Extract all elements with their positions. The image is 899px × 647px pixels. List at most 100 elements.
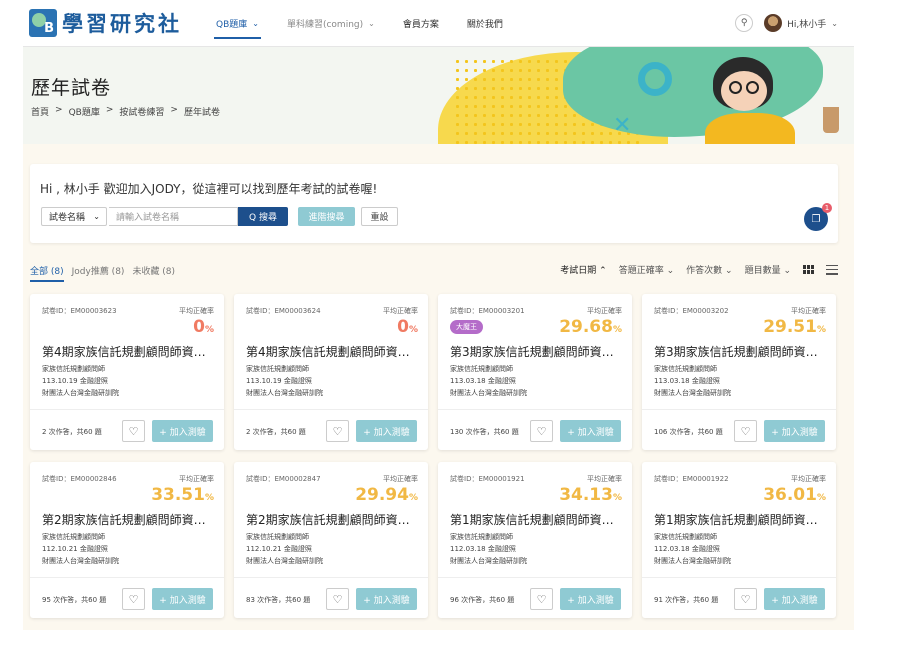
breadcrumb-practice[interactable]: 按試卷練習: [119, 105, 164, 118]
add-to-test-button[interactable]: + 加入測驗: [764, 588, 825, 610]
paper-date: 112.10.21 金融證照: [246, 545, 312, 553]
paper-card[interactable]: 試卷ID：EM00002847 平均正確率 29.94% 第2期家族信託規劃顧問…: [234, 462, 428, 618]
chevron-down-icon[interactable]: ⌄: [831, 19, 838, 28]
avatar[interactable]: [764, 14, 783, 32]
paper-organizer: 財團法人台灣金融研訓院: [654, 557, 731, 565]
reset-button[interactable]: 重設: [361, 207, 398, 226]
sort-exam-date[interactable]: 考試日期 ⌃: [560, 263, 606, 276]
sort-accuracy[interactable]: 答題正確率 ⌄: [619, 263, 674, 276]
add-to-test-button[interactable]: + 加入測驗: [560, 420, 621, 442]
attempt-count: 130 次作答，共60 題: [450, 428, 519, 436]
paper-title[interactable]: 第4期家族信託規劃顧問師資格測驗: [246, 343, 418, 360]
search-type-select[interactable]: 試卷名稱 ⌄: [41, 207, 107, 226]
heart-icon[interactable]: ♡: [734, 588, 757, 610]
paper-card[interactable]: 試卷ID：EM00003202 平均正確率 29.51% 第3期家族信託規劃顧問…: [642, 294, 836, 450]
paper-date: 113.03.18 金融證照: [654, 377, 720, 385]
heart-icon[interactable]: ♡: [734, 420, 757, 442]
heart-icon[interactable]: ♡: [122, 588, 145, 610]
breadcrumb-home[interactable]: 首頁: [31, 105, 49, 118]
nav-item-plans[interactable]: 會員方案: [389, 0, 453, 47]
paper-id: 試卷ID：EM00003202: [654, 307, 729, 315]
average-rate: 0%: [397, 317, 418, 337]
average-rate: 29.51%: [763, 317, 826, 337]
paper-id: 試卷ID：EM00003201: [450, 307, 525, 315]
add-to-test-button[interactable]: + 加入測驗: [152, 588, 213, 610]
sort-attempts[interactable]: 作答次數 ⌄: [686, 263, 732, 276]
paper-card[interactable]: 試卷ID：EM00002846 平均正確率 33.51% 第2期家族信託規劃顧問…: [30, 462, 224, 618]
chevron-up-icon: ⌃: [599, 266, 607, 276]
heart-icon[interactable]: ♡: [530, 588, 553, 610]
paper-id: 試卷ID：EM00001922: [654, 475, 729, 483]
paper-date: 113.10.19 金融證照: [42, 377, 108, 385]
breadcrumb-qb[interactable]: QB題庫: [69, 105, 100, 118]
user-name[interactable]: Hi,林小手: [787, 17, 826, 30]
add-to-test-button[interactable]: + 加入測驗: [560, 588, 621, 610]
paper-category: 家族信託規劃顧問師: [654, 365, 717, 373]
page-title: 歷年試卷: [31, 77, 112, 99]
average-rate: 33.51%: [151, 485, 214, 505]
grid-view-icon[interactable]: [803, 264, 814, 275]
card-divider: [438, 577, 632, 578]
card-divider: [642, 409, 836, 410]
nav-item-subject[interactable]: 單科練習(coming) ⌄: [273, 0, 389, 47]
tab-recommended[interactable]: Jody推薦 (8): [72, 264, 125, 282]
average-rate: 0%: [193, 317, 214, 337]
paper-category: 家族信託規劃顧問師: [246, 533, 309, 541]
average-rate: 34.13%: [559, 485, 622, 505]
search-input[interactable]: 請輸入試卷名稱: [109, 207, 238, 226]
heart-icon[interactable]: ♡: [122, 420, 145, 442]
paper-organizer: 財團法人台灣金融研訓院: [246, 389, 323, 397]
attempt-count: 83 次作答，共60 題: [246, 596, 311, 604]
rate-label: 平均正確率: [179, 475, 214, 483]
ring-decoration: [638, 62, 672, 96]
paper-category: 家族信託規劃顧問師: [42, 533, 105, 541]
nav-item-qb[interactable]: QB題庫 ⌄: [202, 0, 273, 47]
breadcrumb: 首頁 > QB題庫 > 按試卷練習 > 歷年試卷: [31, 105, 220, 118]
paper-category: 家族信託規劃顧問師: [654, 533, 717, 541]
paper-title[interactable]: 第1期家族信託規劃顧問師資格測驗: [450, 511, 622, 528]
heart-icon[interactable]: ♡: [530, 420, 553, 442]
bubble-tea-illustration: [823, 107, 839, 133]
paper-card[interactable]: 試卷ID：EM00001921 平均正確率 34.13% 第1期家族信託規劃顧問…: [438, 462, 632, 618]
paper-card[interactable]: 試卷ID：EM00003624 平均正確率 0% 第4期家族信託規劃顧問師資格測…: [234, 294, 428, 450]
logo[interactable]: 學習研究社: [29, 8, 182, 38]
add-to-test-button[interactable]: + 加入測驗: [764, 420, 825, 442]
paper-card[interactable]: 試卷ID：EM00001922 平均正確率 36.01% 第1期家族信託規劃顧問…: [642, 462, 836, 618]
search-icon[interactable]: ⚲: [735, 14, 754, 32]
add-to-test-button[interactable]: + 加入測驗: [152, 420, 213, 442]
rate-label: 平均正確率: [587, 307, 622, 315]
attempt-count: 106 次作答，共60 題: [654, 428, 723, 436]
tab-all[interactable]: 全部 (8): [30, 264, 64, 282]
paper-title[interactable]: 第2期家族信託規劃顧問師資格測驗: [246, 511, 418, 528]
list-view-icon[interactable]: [826, 264, 838, 275]
paper-date: 112.03.18 金融證照: [654, 545, 720, 553]
paper-title[interactable]: 第4期家族信託規劃顧問師資格測驗: [42, 343, 214, 360]
add-to-test-button[interactable]: + 加入測驗: [356, 420, 417, 442]
difficulty-badge: 大魔王: [450, 320, 483, 334]
chevron-down-icon: ⌄: [93, 212, 100, 221]
nav-menu: QB題庫 ⌄ 單科練習(coming) ⌄ 會員方案 關於我們: [202, 0, 517, 47]
chevron-down-icon: ⌄: [725, 266, 733, 276]
sort-question-count[interactable]: 題目數量 ⌄: [745, 263, 791, 276]
nav-right: ⚲ Hi,林小手 ⌄: [735, 14, 838, 32]
advanced-search-button[interactable]: 進階搜尋: [298, 207, 355, 226]
x-decoration: ✕: [613, 113, 632, 138]
heart-icon[interactable]: ♡: [326, 588, 349, 610]
notification-badge: 1: [822, 203, 832, 213]
paper-title[interactable]: 第1期家族信託規劃顧問師資格測驗: [654, 511, 826, 528]
paper-card[interactable]: 試卷ID：EM00003201 平均正確率 29.68% 大魔王 第3期家族信託…: [438, 294, 632, 450]
paper-card[interactable]: 試卷ID：EM00003623 平均正確率 0% 第4期家族信託規劃顧問師資格測…: [30, 294, 224, 450]
search-button[interactable]: Q 搜尋: [238, 207, 288, 226]
search-panel: Hi , 林小手 歡迎加入JODY，從這裡可以找到歷年考試的試卷喔! 試卷名稱 ⌄…: [30, 164, 838, 243]
add-to-test-button[interactable]: + 加入測驗: [356, 588, 417, 610]
chevron-down-icon: ⌄: [666, 266, 675, 276]
paper-title[interactable]: 第3期家族信託規劃顧問師資格測驗: [654, 343, 826, 360]
paper-title[interactable]: 第2期家族信託規劃顧問師資格測驗: [42, 511, 214, 528]
paper-organizer: 財團法人台灣金融研訓院: [654, 389, 731, 397]
paper-id: 試卷ID：EM00001921: [450, 475, 525, 483]
paper-title[interactable]: 第3期家族信託規劃顧問師資格測驗: [450, 343, 622, 360]
heart-icon[interactable]: ♡: [326, 420, 349, 442]
nav-item-about[interactable]: 關於我們: [453, 0, 517, 47]
top-nav: 學習研究社 QB題庫⌄ 單科練習(coming)⌄ 會員方案 關於我們 ⚲ Hi…: [23, 0, 854, 47]
tab-uncollected[interactable]: 未收藏 (8): [132, 264, 175, 282]
